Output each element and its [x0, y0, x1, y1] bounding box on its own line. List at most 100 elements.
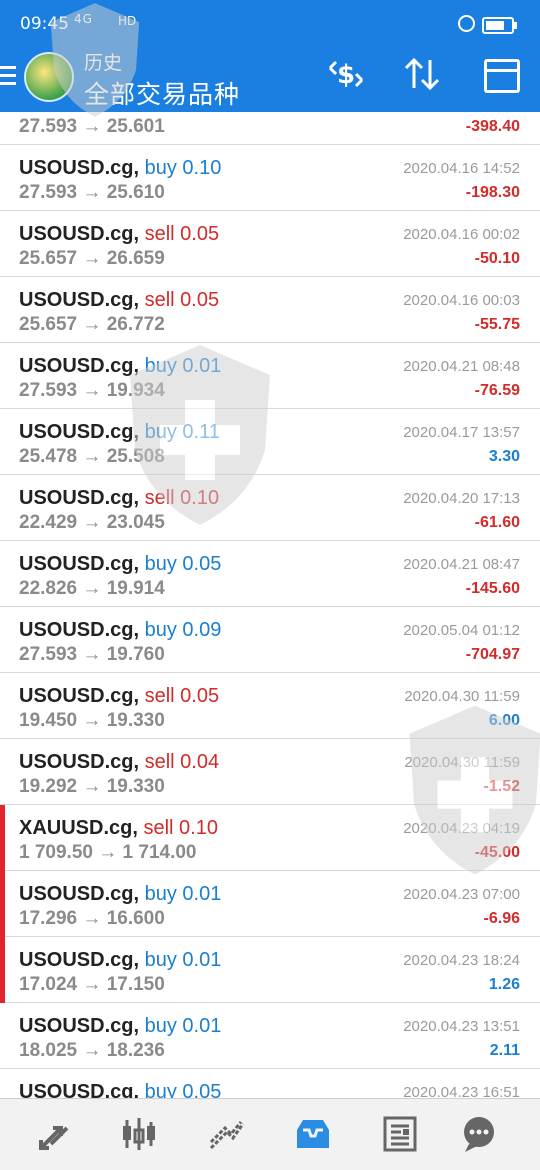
trade-lot: 0.05	[180, 223, 220, 245]
close-price: 25.601	[106, 116, 165, 137]
trade-side: buy	[144, 949, 177, 971]
arrow-icon: →	[82, 182, 102, 203]
trade-symbol-line: USOUSD.cg, buy 0.11	[19, 421, 220, 444]
menu-icon[interactable]	[0, 66, 16, 90]
header-subtitle: 历史	[84, 53, 123, 74]
quotes-icon	[39, 1126, 69, 1150]
arrow-icon: →	[98, 842, 118, 863]
sort-icon[interactable]	[402, 54, 442, 103]
symbol: USOUSD.cg,	[19, 883, 140, 905]
trade-profit: -76.59	[474, 382, 520, 399]
history-row[interactable]: USOUSD.cg, buy 0.05 22.826 → 19.914 2020.0…	[0, 541, 540, 607]
trade-date: 2020.04.17 13:57	[403, 424, 520, 441]
open-price: 17.024	[19, 974, 78, 995]
history-row[interactable]: USOUSD.cg, sell 0.04 19.292 → 19.330 2020.…	[0, 739, 540, 805]
status-bar: 09:45 4G HD	[0, 0, 540, 40]
close-price: 19.914	[106, 578, 165, 599]
trade-symbol-line: USOUSD.cg, sell 0.05	[19, 223, 219, 246]
trade-side: buy	[144, 619, 177, 641]
trade-date: 2020.04.21 08:47	[403, 556, 520, 573]
history-row[interactable]: USOUSD.cg, buy 0.01 17.024 → 17.150 2020.0…	[0, 937, 540, 1003]
symbol: USOUSD.cg,	[19, 487, 140, 509]
trade-lot: 0.04	[180, 751, 220, 773]
trade-date: 2020.04.16 00:03	[403, 292, 520, 309]
price-line: 19.292 → 19.330	[19, 776, 165, 798]
symbol: USOUSD.cg,	[19, 619, 140, 641]
history-row[interactable]: USOUSD.cg, sell 0.10 22.429 → 23.045 2020.…	[0, 475, 540, 541]
arrow-icon: →	[82, 710, 102, 731]
open-price: 19.292	[19, 776, 78, 797]
calendar-icon[interactable]	[484, 59, 520, 93]
open-price: 25.478	[19, 446, 78, 467]
close-price: 25.508	[106, 446, 165, 467]
trade-date: 2020.04.30 11:59	[404, 754, 520, 771]
currency-swap-icon[interactable]: $	[326, 54, 366, 103]
arrow-icon: →	[82, 908, 102, 929]
trade-lot: 0.10	[179, 817, 218, 839]
history-row[interactable]: XAUUSD.cg, sell 0.10 1 709.50 → 1 714.00 2…	[0, 805, 540, 871]
price-line: 1 709.50 → 1 714.00	[19, 842, 197, 864]
symbol: USOUSD.cg,	[19, 1081, 140, 1098]
price-line: 17.024 → 17.150	[19, 974, 165, 996]
header-title[interactable]: 全部交易品种	[84, 75, 240, 111]
arrow-icon: →	[82, 1040, 102, 1061]
symbol: USOUSD.cg,	[19, 157, 140, 179]
trade-symbol-line: USOUSD.cg, buy 0.01	[19, 883, 221, 906]
trade-lot: 0.01	[182, 1015, 222, 1037]
symbol: USOUSD.cg,	[19, 223, 140, 245]
symbol: USOUSD.cg,	[19, 685, 140, 707]
price-line: 25.478 → 25.508	[19, 446, 165, 468]
trade-date: 2020.04.23 16:51	[403, 1084, 520, 1098]
trade-symbol-line: USOUSD.cg, buy 0.09	[19, 619, 221, 642]
open-price: 27.593	[19, 644, 78, 665]
arrow-icon: →	[82, 776, 102, 797]
tab-quotes[interactable]	[25, 1109, 85, 1159]
open-price: 1 709.50	[19, 842, 93, 863]
tab-news[interactable]	[371, 1109, 431, 1159]
history-row[interactable]: USOUSD.cg, sell 0.05 25.657 → 26.659 2020.…	[0, 211, 540, 277]
close-price: 18.236	[106, 1040, 165, 1061]
history-row[interactable]: USOUSD.cg, buy 0.01 27.593 → 19.934 2020.0…	[0, 343, 540, 409]
price-line: 27.593 → 25.610	[19, 182, 165, 204]
history-row[interactable]: USOUSD.cg, buy 0.11 25.478 → 25.508 2020.0…	[0, 409, 540, 475]
trade-symbol-line: USOUSD.cg, sell 0.10	[19, 487, 219, 510]
tab-chat[interactable]	[449, 1109, 509, 1159]
alarm-icon	[458, 15, 475, 32]
symbol: USOUSD.cg,	[19, 553, 140, 575]
history-row[interactable]: USOUSD.cg, buy 0.09 27.593 → 19.760 2020.0…	[0, 607, 540, 673]
chart-icon	[123, 1118, 155, 1150]
trade-profit: 3.30	[488, 448, 520, 465]
history-row[interactable]: USOUSD.cg, buy 0.10 27.593 → 25.610 2020.0…	[0, 145, 540, 211]
trade-date: 2020.04.23 13:51	[403, 1018, 520, 1035]
tab-trade[interactable]	[197, 1109, 257, 1159]
history-row[interactable]: USOUSD.cg, sell 0.05 25.657 → 26.772 2020.…	[0, 277, 540, 343]
tab-chart[interactable]	[109, 1109, 169, 1159]
app-logo	[24, 52, 74, 102]
history-row[interactable]: USOUSD.cg, buy 0.01 18.025 → 18.236 2020.0…	[0, 1003, 540, 1069]
close-price: 25.610	[106, 182, 165, 203]
price-line: 25.657 → 26.659	[19, 248, 165, 270]
trade-lot: 0.11	[182, 421, 220, 443]
trade-side: buy	[144, 355, 177, 377]
trade-side: sell	[144, 751, 175, 773]
history-row[interactable]: USOUSD.cg, buy 0.01 17.296 → 16.600 2020.0…	[0, 871, 540, 937]
battery-icon	[482, 17, 517, 34]
symbol: USOUSD.cg,	[19, 949, 140, 971]
history-list[interactable]: 27.593 → 25.601 -398.40 USOUSD.cg, buy 0.1…	[0, 112, 540, 1098]
tab-history[interactable]	[283, 1109, 343, 1159]
trade-symbol-line: USOUSD.cg, buy 0.05	[19, 553, 221, 576]
news-icon	[383, 1116, 417, 1152]
history-row[interactable]: USOUSD.cg, sell 0.05 19.450 → 19.330 2020.…	[0, 673, 540, 739]
row-highlight-marker	[0, 937, 5, 1003]
trade-profit: 2.11	[489, 1042, 520, 1059]
open-price: 17.296	[19, 908, 78, 929]
symbol: USOUSD.cg,	[19, 355, 140, 377]
trade-profit: -198.30	[465, 184, 520, 201]
history-row[interactable]: 27.593 → 25.601 -398.40	[0, 112, 540, 145]
trade-date: 2020.04.23 04:19	[403, 820, 520, 837]
row-highlight-marker	[0, 805, 5, 871]
trade-symbol-line: XAUUSD.cg, sell 0.10	[19, 817, 218, 840]
trade-lot: 0.01	[182, 949, 222, 971]
trade-lot: 0.05	[182, 553, 222, 575]
history-row[interactable]: USOUSD.cg, buy 0.05 2020.04.23 16:51	[0, 1069, 540, 1098]
